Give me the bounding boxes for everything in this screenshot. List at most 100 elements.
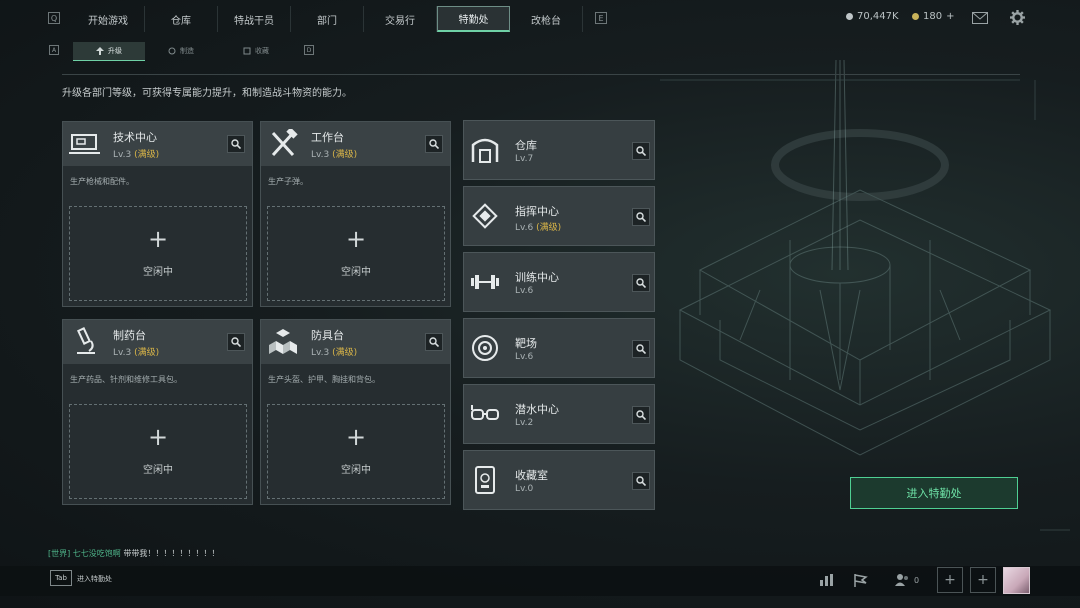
production-slot[interactable]: + 空闲中 <box>267 206 445 301</box>
inspect-button[interactable] <box>632 208 650 226</box>
tab-warehouse[interactable]: 仓库 <box>145 6 218 32</box>
subtab-craft[interactable]: 制造 <box>145 42 217 60</box>
workbench-card-pharmacy[interactable]: 制药台 Lv.3 (满级) 生产药品、针剂和维修工具包。 + 空闲中 <box>62 319 253 505</box>
max-level-tag: (满级) <box>134 348 160 358</box>
mail-icon[interactable] <box>972 12 988 24</box>
facility-level: Lv.6 <box>515 352 533 362</box>
workbench-card-tech-center[interactable]: 技术中心 Lv.3 (满级) 生产枪械和配件。 + 空闲中 <box>62 121 253 307</box>
card-description: 生产子弹。 <box>268 177 308 186</box>
gold-amount: 180 <box>923 11 943 22</box>
enter-special-ops-button[interactable]: 进入特勤处 <box>850 477 1018 509</box>
facility-title: 指挥中心 <box>515 205 559 218</box>
slot-status: 空闲中 <box>143 465 173 476</box>
inspect-button[interactable] <box>632 472 650 490</box>
tab-trade[interactable]: 交易行 <box>364 6 437 32</box>
friends-icon <box>894 574 908 586</box>
magnifier-icon <box>636 410 646 420</box>
magnifier-icon <box>636 344 646 354</box>
target-icon <box>472 335 498 361</box>
command-chip-icon <box>472 203 498 229</box>
workbench-card-workbench[interactable]: 工作台 Lv.3 (满级) 生产子弹。 + 空闲中 <box>260 121 451 307</box>
tab-gunsmith[interactable]: 改枪台 <box>510 6 583 32</box>
microscope-icon <box>76 327 95 354</box>
facility-title: 潜水中心 <box>515 403 559 416</box>
inspect-button[interactable] <box>425 135 443 153</box>
inspect-button[interactable] <box>227 135 245 153</box>
subnav-next-key[interactable]: D <box>304 45 314 55</box>
facility-title: 仓库 <box>515 139 537 152</box>
inspect-button[interactable] <box>632 274 650 292</box>
production-slot[interactable]: + 空闲中 <box>267 404 445 499</box>
facility-level: Lv.2 <box>515 418 533 428</box>
gear-icon[interactable] <box>1010 10 1025 25</box>
max-level-tag: (满级) <box>332 348 358 358</box>
facility-card-shooting-range[interactable]: 靶场 Lv.6 <box>463 318 655 378</box>
party-button[interactable] <box>848 567 874 593</box>
level-value: Lv.2 <box>515 418 534 428</box>
subnav-prev-key[interactable]: A <box>49 45 59 55</box>
facility-card-collection-room[interactable]: 收藏室 Lv.0 <box>463 450 655 510</box>
add-icon: + <box>147 225 169 253</box>
facility-card-training-center[interactable]: 训练中心 Lv.6 <box>463 252 655 312</box>
invite-slot-1[interactable]: + <box>937 567 963 593</box>
tab-operators[interactable]: 特战干员 <box>218 6 291 32</box>
nav-next-key[interactable]: E <box>595 12 607 24</box>
nav-prev-key[interactable]: Q <box>48 12 60 24</box>
subtab-upgrade[interactable]: 升级 <box>73 42 145 61</box>
hammer-wrench-icon <box>271 129 298 157</box>
tab-key-label: 进入特勤处 <box>77 575 112 583</box>
invite-slot-2[interactable]: + <box>970 567 996 593</box>
gold-coin-icon <box>912 13 919 20</box>
level-value: Lv.6 <box>515 223 534 233</box>
chat-text: 带带我！！！！！！！！！ <box>123 549 220 558</box>
production-slot[interactable]: + 空闲中 <box>69 206 247 301</box>
chat-user[interactable]: 七七没吃饱啊 <box>73 549 121 558</box>
facility-level: Lv.6 <box>515 286 533 296</box>
card-header: 技术中心 Lv.3 (满级) <box>63 122 252 166</box>
bar-chart-icon <box>820 574 833 586</box>
gold-currency[interactable]: 180 + <box>912 11 954 22</box>
stats-button[interactable] <box>814 567 840 593</box>
slot-status: 空闲中 <box>341 465 371 476</box>
workbench-card-armor[interactable]: 防具台 Lv.3 (满级) 生产头盔、护甲、胸挂和背包。 + 空闲中 <box>260 319 451 505</box>
inspect-button[interactable] <box>632 406 650 424</box>
subtab-collection[interactable]: 收藏 <box>220 42 292 60</box>
add-icon: + <box>345 225 367 253</box>
card-description: 生产药品、针剂和维修工具包。 <box>70 375 182 384</box>
card-description: 生产头盔、护甲、胸挂和背包。 <box>268 375 380 384</box>
upgrade-icon <box>96 47 104 55</box>
dumbbell-icon <box>471 275 499 289</box>
slot-status: 空闲中 <box>143 267 173 278</box>
friends-count: 0 <box>913 575 920 585</box>
inspect-button[interactable] <box>227 333 245 351</box>
chat-message[interactable]: [世界] 七七没吃饱啊 带带我！！！！！！！！！ <box>48 548 219 559</box>
max-level-tag: (满级) <box>332 150 358 160</box>
add-gold-button[interactable]: + <box>946 11 954 22</box>
tab-special-ops[interactable]: 特勤处 <box>437 6 510 32</box>
inspect-button[interactable] <box>425 333 443 351</box>
warehouse-icon <box>471 138 499 163</box>
inspect-button[interactable] <box>632 340 650 358</box>
page-description: 升级各部门等级，可获得专属能力提升，和制造战斗物资的能力。 <box>62 88 352 99</box>
header-divider <box>62 74 1020 75</box>
magnifier-icon <box>429 139 439 149</box>
friends-button[interactable]: 0 <box>890 567 924 593</box>
inspect-button[interactable] <box>632 142 650 160</box>
facility-card-warehouse[interactable]: 仓库 Lv.7 <box>463 120 655 180</box>
card-description: 生产枪械和配件。 <box>70 177 134 186</box>
tab-department[interactable]: 部门 <box>291 6 364 32</box>
facility-title: 收藏室 <box>515 469 548 482</box>
production-slot[interactable]: + 空闲中 <box>69 404 247 499</box>
facility-card-diving-center[interactable]: 潜水中心 Lv.2 <box>463 384 655 444</box>
card-level: Lv.3 (满级) <box>311 345 357 358</box>
add-icon: + <box>147 423 169 451</box>
facility-level: Lv.6 (满级) <box>515 220 561 233</box>
tab-key-hint[interactable]: Tab <box>50 570 72 586</box>
tab-start-game[interactable]: 开始游戏 <box>72 6 145 32</box>
craft-icon <box>168 47 176 55</box>
facility-card-command-center[interactable]: 指挥中心 Lv.6 (满级) <box>463 186 655 246</box>
level-value: Lv.3 <box>113 150 132 160</box>
avatar[interactable] <box>1003 567 1030 594</box>
card-title: 制药台 <box>113 329 146 342</box>
collection-icon <box>243 47 251 55</box>
